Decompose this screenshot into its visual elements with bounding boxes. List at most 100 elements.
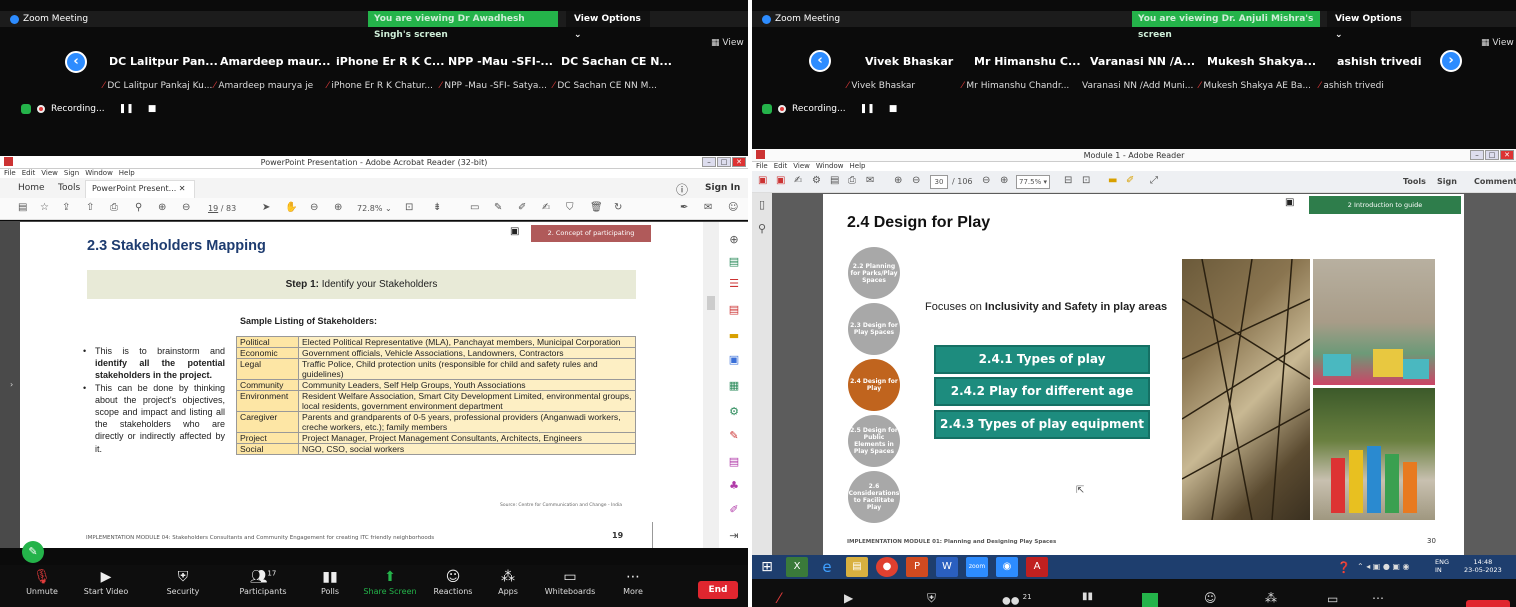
shield-icon[interactable]: ⛨ — [927, 591, 936, 606]
zoom-out-icon[interactable]: ⊖ — [310, 202, 318, 213]
mail-icon[interactable]: ✉ — [704, 202, 712, 213]
page-number-input[interactable]: 19 / 83 — [208, 204, 236, 213]
fill-sign-icon[interactable]: ✎ — [727, 430, 741, 442]
pause-recording-icon[interactable]: ❚❚ — [860, 104, 875, 114]
participant-tile-label[interactable]: ⁄ DC Lalitpur Pankaj Ku... — [103, 81, 212, 91]
next-page-icon[interactable]: ⊖ — [912, 175, 920, 186]
participant-tile-label[interactable]: ⁄ Mukesh Shakya AE Ba... — [1199, 81, 1311, 91]
maximize-icon[interactable]: □ — [1485, 150, 1499, 160]
sign-in-link[interactable]: Sign In — [705, 183, 740, 193]
scroll-mode-icon[interactable]: ⇟ — [433, 202, 441, 213]
menu-view[interactable]: View — [41, 169, 58, 177]
comment-icon[interactable]: ▬ — [1108, 175, 1117, 186]
rotate-icon[interactable]: ↻ — [614, 202, 622, 213]
view-options-button[interactable]: View Options ⌄ — [566, 11, 650, 40]
smile-icon[interactable]: ☺ — [1204, 591, 1217, 605]
end-meeting-button[interactable]: End — [698, 581, 738, 599]
view-options-button[interactable]: View Options ⌄ — [1327, 11, 1411, 40]
menu-window[interactable]: Window — [85, 169, 113, 177]
participant-tile-label[interactable]: ⁄ iPhone Er R K Chatur... — [327, 81, 433, 91]
vertical-scrollbar[interactable] — [703, 222, 719, 548]
settings-icon[interactable]: ⚙ — [812, 175, 821, 186]
prev-page-icon[interactable]: ⊕ — [158, 202, 166, 213]
fit-page-icon[interactable]: ⊡ — [405, 202, 413, 213]
play-equipment-button[interactable]: 2.4.3 Types of play equipment — [934, 410, 1150, 439]
hand-icon[interactable]: ✋ — [285, 202, 297, 213]
edit-sign-icon[interactable]: ✒ — [680, 202, 688, 213]
tools-link[interactable]: Tools — [1403, 177, 1426, 186]
types-of-play-button[interactable]: 2.4.1 Types of play — [934, 345, 1150, 374]
participant-tile-label[interactable]: ⁄ NPP -Mau -SFI- Satya... — [440, 81, 547, 91]
participant-tile-label[interactable]: ⁄ DC Sachan CE NN M... — [553, 81, 657, 91]
share-screen-icon[interactable] — [1142, 593, 1158, 607]
play-age-groups-button[interactable]: 2.4.2 Play for different age groups — [934, 377, 1150, 423]
stop-recording-icon[interactable]: ■ — [889, 104, 898, 114]
print-icon[interactable]: ⎙ — [110, 202, 118, 213]
close-icon[interactable]: ✕ — [732, 157, 746, 167]
whiteboards-button[interactable]: ▭ Whiteboards — [540, 569, 600, 596]
file-explorer-icon[interactable]: ▤ — [846, 557, 868, 577]
highlight-icon[interactable]: ✐ — [518, 202, 526, 213]
scrollbar-thumb[interactable] — [707, 296, 715, 310]
combine-icon[interactable]: ▣ — [727, 354, 741, 366]
print-icon[interactable]: ⎙ — [848, 175, 856, 186]
prev-page-icon[interactable]: ⊕ — [894, 175, 902, 186]
acrobat-taskbar-icon[interactable]: A — [1026, 557, 1048, 577]
page-number-input[interactable]: 30 — [930, 175, 948, 189]
excel-icon[interactable]: X — [786, 557, 808, 577]
minimize-icon[interactable]: – — [702, 157, 716, 167]
bar-chart-icon[interactable]: ▮▮ — [1082, 591, 1093, 602]
export-pdf-icon[interactable]: ▤ — [727, 256, 741, 268]
save-icon[interactable]: ▤ — [830, 175, 839, 186]
menu-sign[interactable]: Sign — [64, 169, 79, 177]
cursor-icon[interactable]: ➤ — [262, 202, 270, 213]
participant-tile-label[interactable]: Varanasi NN /Add Muni... — [1082, 81, 1193, 91]
fit-page-icon[interactable]: ⊡ — [1082, 175, 1090, 186]
search-icon[interactable]: ⚲ — [135, 202, 142, 213]
zoom-app-icon[interactable]: zoom — [966, 557, 988, 577]
tab-tools[interactable]: Tools — [58, 183, 80, 193]
edit-icon[interactable]: ▣ — [776, 175, 785, 186]
view-button[interactable]: ▦ View — [711, 38, 744, 48]
organize-icon[interactable]: ☰ — [727, 278, 741, 290]
attachment-icon[interactable]: ⚲ — [755, 223, 769, 235]
sign-icon[interactable]: ✍ — [542, 202, 550, 213]
sign-link[interactable]: Sign — [1437, 177, 1457, 186]
pen-icon[interactable]: ✎ — [494, 202, 502, 213]
stamp-icon[interactable]: ⛉ — [566, 202, 574, 213]
dots-icon[interactable]: ⋯ — [1372, 591, 1384, 605]
menu-view[interactable]: View — [793, 162, 810, 170]
polls-button[interactable]: ▮▮ Polls — [300, 569, 360, 596]
pages-icon[interactable]: ▯ — [755, 199, 769, 211]
whiteboard-icon[interactable]: ▭ — [1327, 592, 1338, 606]
create-icon[interactable]: ▤ — [18, 202, 27, 213]
zoom-in-icon[interactable]: ⊕ — [1000, 175, 1008, 186]
close-tab-icon[interactable]: ✕ — [179, 184, 186, 193]
menu-edit[interactable]: Edit — [22, 169, 36, 177]
stop-recording-icon[interactable]: ■ — [148, 104, 157, 114]
comment-tool-icon[interactable]: ▬ — [727, 330, 741, 342]
comment-icon[interactable]: ▭ — [470, 202, 479, 213]
account-icon[interactable]: ☺ — [728, 202, 738, 213]
mail-icon[interactable]: ✉ — [866, 175, 874, 186]
help-icon[interactable]: ⓘ — [676, 181, 688, 198]
next-participants-button[interactable]: › — [1440, 50, 1462, 72]
menu-file[interactable]: File — [4, 169, 16, 177]
reactions-button[interactable]: ☺ Reactions — [423, 569, 483, 596]
comment-link[interactable]: Comment — [1474, 177, 1516, 186]
collapse-panel-icon[interactable]: ⇥ — [727, 530, 741, 542]
menu-edit[interactable]: Edit — [774, 162, 788, 170]
more-tools-icon[interactable]: ✐ — [727, 504, 741, 516]
powerpoint-icon[interactable]: P — [906, 557, 928, 577]
prev-participants-button[interactable]: ‹ — [65, 51, 87, 73]
tray-icons[interactable]: ⌃ ◂ ▣ ● ▣ ◉ — [1357, 562, 1410, 571]
left-panel-toggle-icon[interactable]: › — [10, 380, 13, 389]
participant-tile-label[interactable]: ⁄ Mr Himanshu Chandr... — [962, 81, 1069, 91]
create-pdf-icon[interactable]: ▤ — [727, 304, 741, 316]
menu-help[interactable]: Help — [850, 162, 866, 170]
protect-icon[interactable]: ▤ — [727, 456, 741, 468]
apps-button[interactable]: ⁂ Apps — [478, 569, 538, 596]
fit-width-icon[interactable]: ⊟ — [1064, 175, 1072, 186]
clock[interactable]: 14:48 23-05-2023 — [1464, 558, 1502, 574]
zoom-select[interactable]: 72.8% ⌄ — [357, 204, 392, 213]
